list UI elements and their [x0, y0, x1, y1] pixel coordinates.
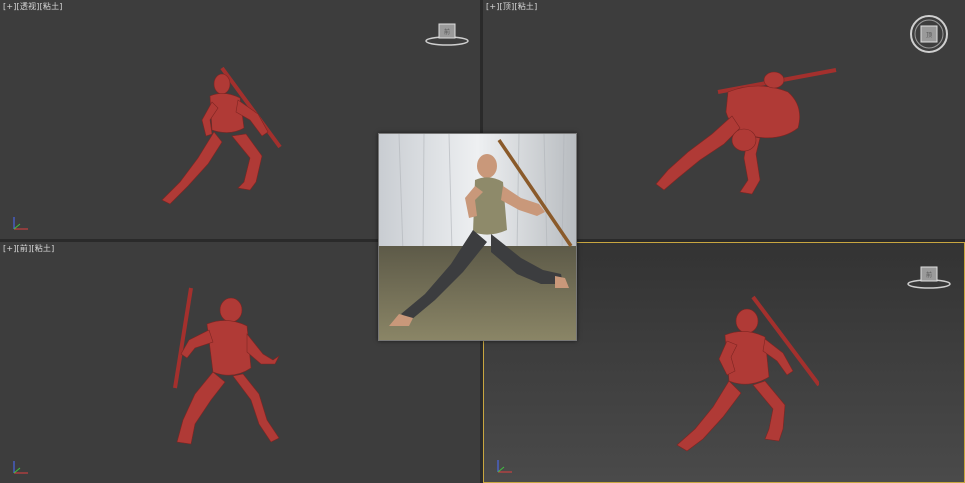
svg-text:前: 前 — [444, 28, 450, 36]
axis-tripod-icon — [13, 217, 28, 230]
reference-photo-image — [379, 134, 576, 340]
reference-photo[interactable] — [378, 133, 577, 341]
viewport-label[interactable]: [+][前][粘土] — [3, 243, 54, 254]
axis-tripod-icon — [13, 461, 28, 474]
viewcube-icon[interactable]: 顶 — [907, 12, 951, 56]
clay-figure-perspective[interactable] — [150, 62, 290, 212]
axis-tripod-icon — [497, 460, 512, 473]
clay-figure-front[interactable] — [155, 284, 295, 454]
clay-figure-top[interactable] — [648, 62, 848, 202]
viewport-label[interactable]: [+][透视][粘土] — [3, 1, 63, 12]
svg-text:前: 前 — [926, 271, 932, 279]
viewcube-icon[interactable]: 前 — [906, 263, 952, 291]
viewcube-icon[interactable]: 前 — [424, 20, 470, 48]
svg-text:顶: 顶 — [926, 32, 932, 39]
clay-figure-camera[interactable] — [669, 293, 819, 463]
viewport-label[interactable]: [+][顶][粘土] — [486, 1, 537, 12]
